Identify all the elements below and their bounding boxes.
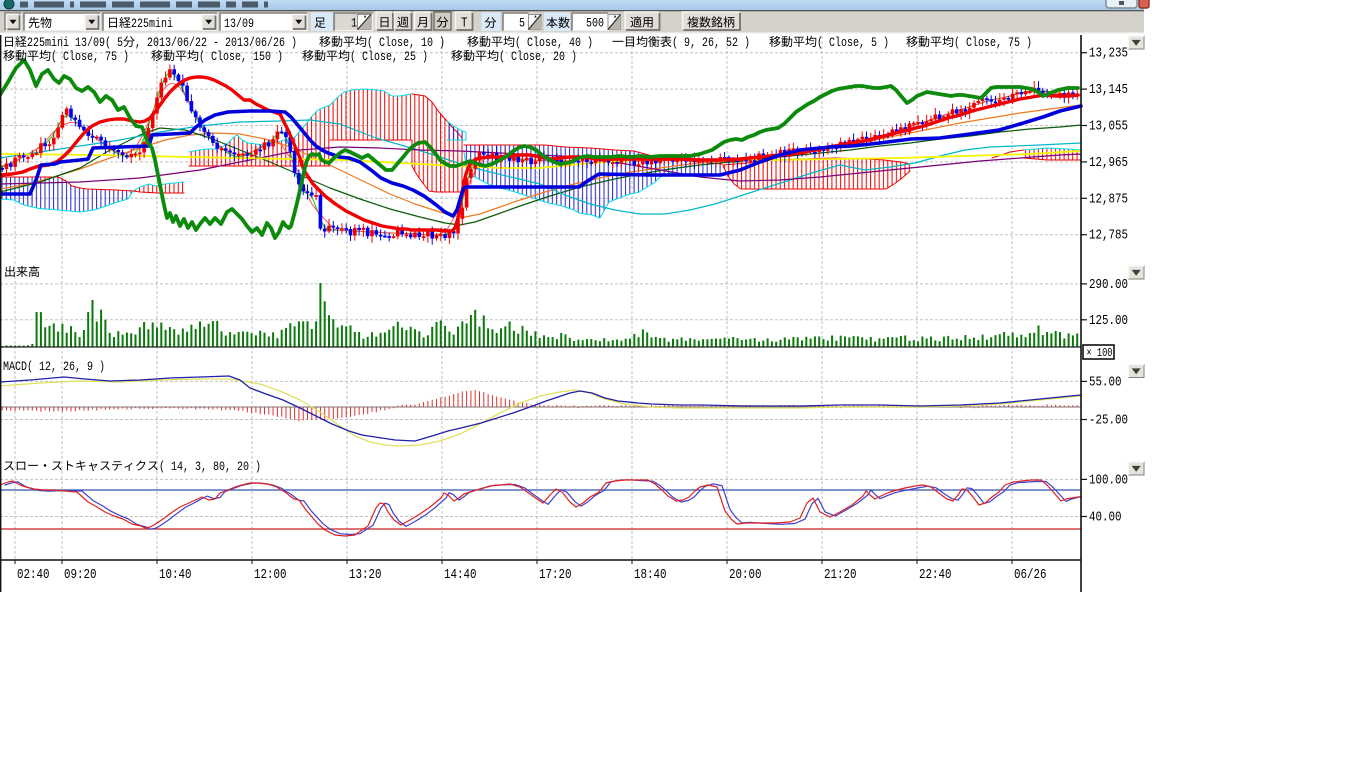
svg-text:125.00: 125.00 <box>1089 314 1128 329</box>
svg-text:13:20: 13:20 <box>349 568 382 583</box>
svg-text:500: 500 <box>586 17 604 31</box>
svg-text:( Close, 20 ): ( Close, 20 ) <box>499 50 577 64</box>
svg-text:12,965: 12,965 <box>1089 156 1128 171</box>
svg-text:17:20: 17:20 <box>539 568 572 583</box>
svg-text:( Close, 5 ): ( Close, 5 ) <box>817 36 889 50</box>
svg-text:290.00: 290.00 <box>1089 278 1128 293</box>
svg-text:( 14, 3, 80, 20 ): ( 14, 3, 80, 20 ) <box>159 460 261 474</box>
svg-text:( Close, 25 ): ( Close, 25 ) <box>350 50 428 64</box>
svg-text:13,055: 13,055 <box>1089 120 1128 135</box>
svg-text:( Close, 75 ): ( Close, 75 ) <box>51 50 129 64</box>
svg-text:02:40: 02:40 <box>17 568 50 583</box>
svg-text:13/09: 13/09 <box>224 17 254 31</box>
svg-text:( Close, 75 ): ( Close, 75 ) <box>954 36 1032 50</box>
svg-text:18:40: 18:40 <box>634 568 667 583</box>
svg-text:20:00: 20:00 <box>729 568 762 583</box>
svg-text:12,875: 12,875 <box>1089 192 1128 207</box>
svg-text:10:40: 10:40 <box>159 568 192 583</box>
svg-text:( Close, 40 ): ( Close, 40 ) <box>515 36 593 50</box>
svg-text:T: T <box>461 17 468 32</box>
svg-text:( Close, 10 ): ( Close, 10 ) <box>367 36 445 50</box>
svg-text:40.00: 40.00 <box>1089 511 1122 526</box>
svg-text:22:40: 22:40 <box>919 568 952 583</box>
svg-text:225mini: 225mini <box>131 17 173 31</box>
svg-text:× 100: × 100 <box>1087 347 1113 360</box>
svg-text:100.00: 100.00 <box>1089 473 1128 488</box>
svg-text:-25.00: -25.00 <box>1089 414 1128 429</box>
svg-text:14:40: 14:40 <box>444 568 477 583</box>
svg-text:5: 5 <box>519 17 525 31</box>
svg-text:12,785: 12,785 <box>1089 229 1128 244</box>
svg-text:13,235: 13,235 <box>1089 47 1128 62</box>
svg-text:, 2013/06/22 - 2013/06/26 ): , 2013/06/22 - 2013/06/26 ) <box>135 36 297 50</box>
svg-text:( Close, 150 ): ( Close, 150 ) <box>199 50 283 64</box>
svg-text:55.00: 55.00 <box>1089 375 1122 390</box>
svg-text:09:20: 09:20 <box>64 568 97 583</box>
svg-text:MACD( 12, 26, 9 ): MACD( 12, 26, 9 ) <box>3 360 105 374</box>
svg-text:( 9, 26, 52 ): ( 9, 26, 52 ) <box>672 36 750 50</box>
svg-text:12:00: 12:00 <box>254 568 287 583</box>
svg-text:225mini 13/09( 5: 225mini 13/09( 5 <box>27 36 123 50</box>
svg-text:06/26: 06/26 <box>1014 568 1047 583</box>
svg-text:13,145: 13,145 <box>1089 83 1128 98</box>
svg-text:21:20: 21:20 <box>824 568 857 583</box>
svg-text:1: 1 <box>351 17 357 31</box>
